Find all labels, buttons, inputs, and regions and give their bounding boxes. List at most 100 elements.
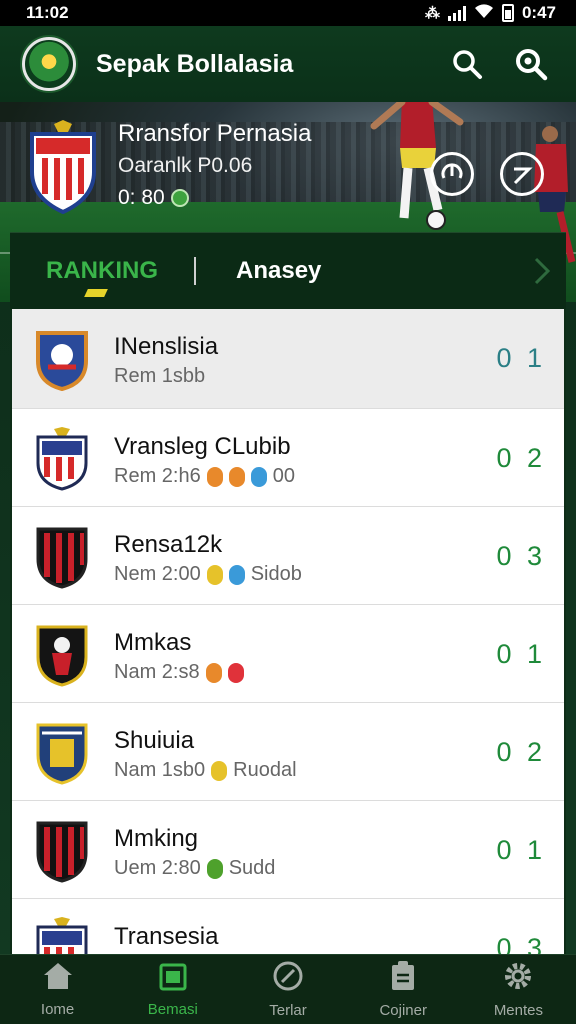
club-meta-extra: Sidob	[250, 563, 302, 585]
club-score: 0 2	[496, 443, 546, 473]
status-badge-icon	[228, 564, 245, 585]
nav-item-calendar[interactable]: Bemasi	[115, 955, 230, 1024]
club-meta-text: Rem 1sbb	[114, 365, 206, 387]
nav-item-label: Terlar	[269, 1002, 307, 1019]
ranking-row-5[interactable]: Shuiuia Nam 1sb0 Ruodal 0 2	[12, 703, 564, 801]
club-crest-icon	[36, 917, 88, 955]
app-header: Sepak Bollalasia	[0, 26, 576, 102]
club-crest-icon	[36, 331, 88, 391]
club-meta-text: Rem 2:h6	[114, 465, 201, 487]
tab-active-indicator	[84, 289, 108, 297]
home-icon	[42, 961, 74, 995]
status-time: 11:02	[26, 3, 69, 22]
search-button[interactable]	[444, 41, 490, 87]
status-badge-icon	[211, 760, 228, 781]
next-tab-button[interactable]	[532, 255, 552, 292]
status-badge-icon	[206, 564, 223, 585]
club-name: Shuiuia	[114, 727, 195, 754]
tab-ranking[interactable]: RANKING	[46, 233, 158, 309]
nav-item-clipboard[interactable]: Cojiner	[346, 955, 461, 1024]
tab-anasey[interactable]: Anasey	[236, 233, 321, 309]
rankings-panel: RANKING Anasey INenslisia Rem 1sbb 0 1 V…	[10, 232, 566, 955]
club-meta-extra: Sudd	[228, 857, 276, 879]
club-meta-text: Uem 2:80	[114, 857, 201, 879]
club-meta-text: Nam 1sb0	[114, 759, 206, 781]
club-crest-icon	[36, 527, 88, 589]
tab-ranking-label: RANKING	[46, 257, 158, 284]
advanced-search-button[interactable]	[508, 41, 554, 87]
tab-anasey-label: Anasey	[236, 257, 322, 284]
hero-title: Rransfor Pernasia	[118, 120, 312, 147]
club-score: 0 3	[496, 933, 546, 955]
status-badge-icon	[206, 858, 223, 879]
club-meta: Rem 2:h6 00	[114, 465, 295, 488]
ranking-row-2[interactable]: Vransleg CLubib Rem 2:h6 00 0 2	[12, 409, 564, 507]
club-name: Mmking	[114, 825, 199, 852]
club-meta: Nem 2:00 Sidob	[114, 563, 302, 586]
nav-item-label: Iome	[40, 1001, 75, 1018]
hero-subtitle: Oaranlk P0.06	[118, 154, 253, 177]
chevron-right-icon	[534, 257, 551, 285]
club-score: 0 3	[496, 541, 546, 571]
tab-separator	[194, 257, 196, 285]
club-crest-icon	[36, 821, 88, 883]
team-crest-icon	[30, 120, 96, 214]
clipboard-icon	[389, 960, 417, 996]
club-score: 0 1	[496, 835, 546, 865]
status-bar: 11:02 ⁂ 0:47	[0, 0, 576, 26]
replay-icon	[441, 163, 463, 179]
nfc-icon: ⁂	[424, 5, 440, 22]
signal-icon	[447, 5, 466, 21]
status-badge-icon	[228, 466, 245, 487]
app-logo-icon[interactable]	[22, 37, 76, 91]
compass-icon	[272, 960, 304, 996]
club-meta: Rem 1sbb	[114, 365, 205, 388]
ranking-row-1[interactable]: INenslisia Rem 1sbb 0 1	[12, 309, 564, 409]
nav-item-compass[interactable]: Terlar	[230, 955, 345, 1024]
club-score: 0 2	[496, 737, 546, 767]
ranking-row-7[interactable]: Transesia 0 3	[12, 899, 564, 955]
ranking-row-4[interactable]: Mmkas Nam 2:s8 0 1	[12, 605, 564, 703]
club-meta: Uem 2:80 Sudd	[114, 857, 275, 880]
status-badge-icon	[205, 662, 222, 683]
nav-item-settings[interactable]: Mentes	[461, 955, 576, 1024]
status-badge-icon	[206, 466, 223, 487]
settings-icon	[502, 960, 534, 996]
zoom-search-icon	[516, 49, 548, 81]
club-name: Vransleg CLubib	[114, 433, 291, 460]
calendar-icon	[159, 961, 187, 995]
bottom-navigation: Iome Bemasi Terlar Cojiner Mentes	[0, 954, 576, 1024]
status-icons: ⁂ 0:47	[425, 3, 556, 24]
club-score: 0 1	[496, 343, 546, 373]
wifi-icon	[474, 3, 494, 24]
club-name: Mmkas	[114, 629, 192, 656]
nav-item-label: Cojiner	[379, 1002, 427, 1019]
club-name: Rensa12k	[114, 531, 223, 558]
battery-icon	[501, 4, 514, 22]
hero-score-text: 0: 80	[118, 186, 165, 209]
nav-item-label: Mentes	[493, 1002, 544, 1019]
club-name: INenslisia	[114, 333, 219, 360]
share-icon	[513, 167, 533, 185]
replay-button[interactable]	[430, 152, 474, 196]
hero-score: 0: 80	[118, 186, 189, 210]
club-crest-icon	[36, 427, 88, 491]
nav-item-home[interactable]: Iome	[0, 955, 115, 1024]
status-badge-icon	[227, 662, 244, 683]
search-icon	[453, 50, 482, 79]
status-right-text: 0:47	[521, 3, 556, 22]
club-name: Transesia	[114, 923, 219, 950]
status-badge-icon	[250, 466, 267, 487]
club-meta-text: Nam 2:s8	[114, 661, 200, 683]
club-crest-icon	[36, 625, 88, 687]
nav-item-label: Bemasi	[147, 1001, 198, 1018]
club-meta: Nam 1sb0 Ruodal	[114, 759, 297, 782]
club-crest-icon	[36, 723, 88, 785]
ranking-row-3[interactable]: Rensa12k Nem 2:00 Sidob 0 3	[12, 507, 564, 605]
app-screen: 11:02 ⁂ 0:47 Sepak Bollalasia Rransfor P…	[0, 0, 576, 1024]
ranking-list: INenslisia Rem 1sbb 0 1 Vransleg CLubib …	[12, 309, 564, 955]
share-button[interactable]	[500, 152, 544, 196]
tab-bar: RANKING Anasey	[10, 233, 566, 309]
ranking-row-6[interactable]: Mmking Uem 2:80 Sudd 0 1	[12, 801, 564, 899]
live-indicator-icon	[170, 189, 189, 207]
